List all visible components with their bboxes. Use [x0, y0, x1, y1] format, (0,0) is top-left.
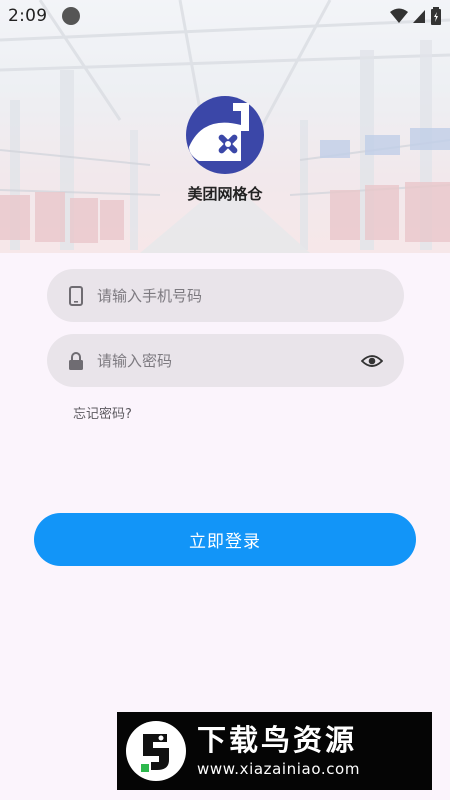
status-time: 2:09: [8, 6, 48, 26]
phone-field[interactable]: [47, 269, 404, 322]
watermark-text: 下载鸟资源 www.xiazainiao.com: [197, 722, 360, 780]
eye-icon[interactable]: [360, 351, 384, 371]
app-name: 美团网格仓: [187, 185, 263, 203]
notification-dot-icon: [62, 7, 81, 25]
password-input[interactable]: [97, 351, 360, 370]
battery-icon: [431, 7, 441, 25]
watermark-url: www.xiazainiao.com: [197, 760, 361, 778]
login-button[interactable]: 立即登录: [34, 513, 416, 566]
password-field[interactable]: [47, 334, 404, 387]
wifi-icon: [390, 8, 408, 23]
lock-icon: [67, 351, 85, 371]
app-logo-icon: [185, 95, 265, 175]
forgot-password-link[interactable]: 忘记密码?: [73, 403, 132, 422]
watermark-banner: 下载鸟资源 www.xiazainiao.com: [117, 712, 432, 790]
watermark-title: 下载鸟资源: [197, 723, 358, 757]
bird-logo-icon: [126, 721, 186, 781]
phone-input[interactable]: [97, 286, 384, 305]
status-bar: 2:09: [0, 0, 450, 32]
status-icons: [390, 7, 442, 25]
phone-icon: [67, 285, 85, 306]
cellular-signal-icon: [413, 10, 425, 23]
